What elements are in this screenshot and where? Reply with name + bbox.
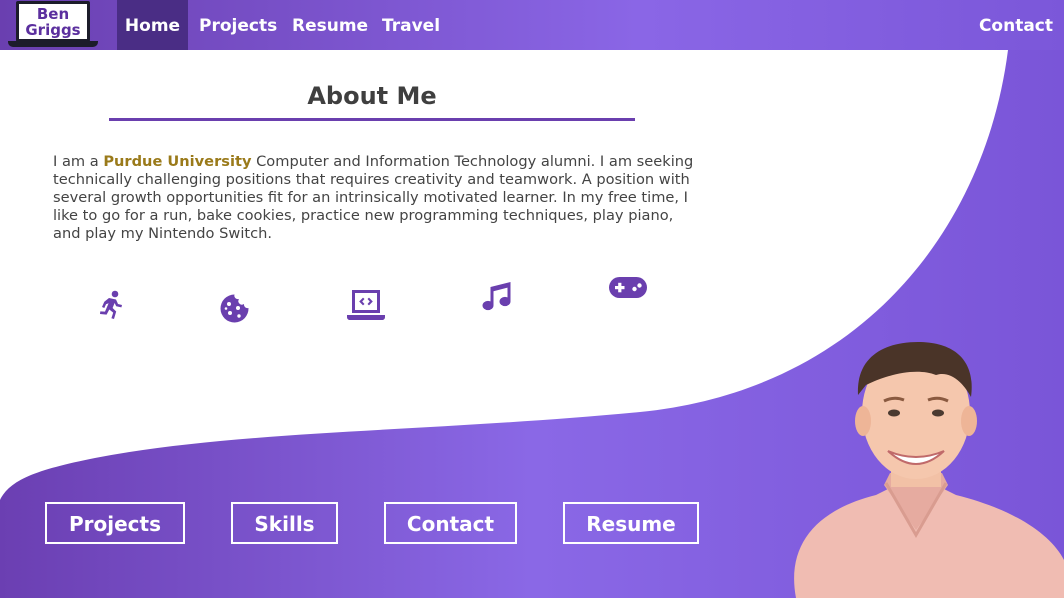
about-intro-before: I am a	[53, 153, 104, 170]
purdue-university-highlight: Purdue University	[103, 153, 252, 170]
logo-laptop-base	[8, 41, 98, 47]
nav-home-link[interactable]: Home	[117, 0, 188, 50]
about-divider	[109, 118, 635, 121]
logo-text-last: Griggs	[25, 21, 81, 39]
logo-text-first: Ben	[36, 5, 70, 23]
nav-travel-link[interactable]: Travel	[382, 0, 440, 50]
logo-laptop[interactable]: Ben Griggs	[8, 1, 98, 49]
music-icon	[482, 282, 511, 311]
laptop-code-icon	[347, 290, 385, 320]
about-paragraph: I am a Purdue University Computer and In…	[53, 153, 703, 243]
navbar: Ben Griggs Home Projects Resume Travel C…	[0, 0, 1064, 50]
projects-button[interactable]: Projects	[45, 502, 185, 544]
running-icon	[100, 290, 122, 319]
gamepad-icon	[609, 277, 647, 298]
resume-button[interactable]: Resume	[563, 502, 699, 544]
cookie-icon	[220, 294, 249, 323]
profile-photo	[794, 342, 1064, 598]
nav-resume-link[interactable]: Resume	[292, 0, 368, 50]
skills-button[interactable]: Skills	[231, 502, 338, 544]
nav-projects-link[interactable]: Projects	[199, 0, 277, 50]
about-title: About Me	[307, 82, 437, 110]
nav-contact-link[interactable]: Contact	[979, 0, 1053, 50]
logo-screen: Ben Griggs	[16, 1, 90, 42]
contact-button[interactable]: Contact	[384, 502, 517, 544]
